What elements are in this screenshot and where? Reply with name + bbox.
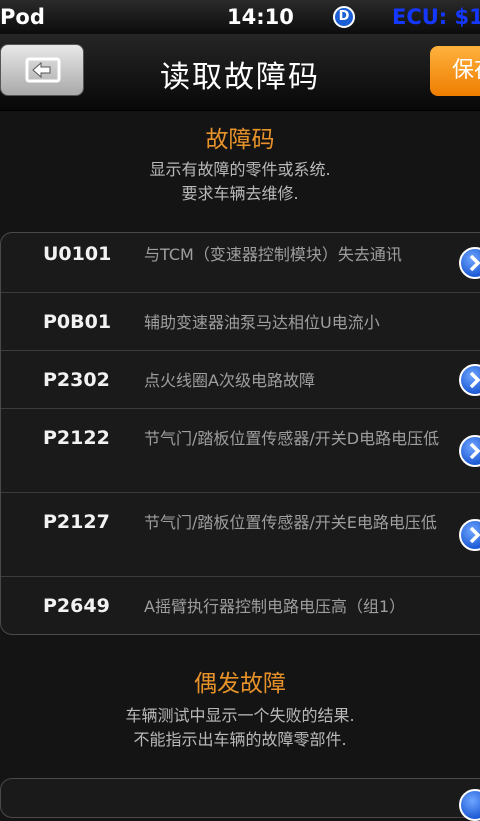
detail-disclosure-icon[interactable] (459, 789, 480, 821)
fault-code: P0B01 (43, 311, 112, 333)
status-time: 14:10 (227, 5, 294, 29)
fault-code-list: U0101 与TCM（变速器控制模块）失去通讯 P0B01 辅助变速器油泵马达相… (0, 232, 480, 635)
fault-row-u0101[interactable]: U0101 与TCM（变速器控制模块）失去通讯 (1, 233, 480, 293)
fault-row-p0b01[interactable]: P0B01 辅助变速器油泵马达相位U电流小 (1, 293, 480, 351)
fault-desc: A摇臂执行器控制电路电压高（组1） (144, 597, 406, 616)
detail-disclosure-icon[interactable] (459, 435, 480, 467)
fault-row-p2122[interactable]: P2122 节气门/踏板位置传感器/开关D电路电压低 (1, 409, 480, 493)
back-button[interactable] (0, 44, 84, 96)
detail-disclosure-icon[interactable] (459, 519, 480, 551)
intermittent-section-title: 偶发故障 (194, 671, 286, 697)
fault-desc: 点火线圈A次级电路故障 (144, 371, 315, 390)
detail-disclosure-icon[interactable] (459, 247, 480, 279)
fault-code: P2122 (43, 427, 110, 449)
fault-row-p2127[interactable]: P2127 节气门/踏板位置传感器/开关E电路电压低 (1, 493, 480, 577)
fault-code: P2649 (43, 595, 110, 617)
fault-desc: 辅助变速器油泵马达相位U电流小 (144, 313, 380, 332)
fault-desc: 节气门/踏板位置传感器/开关D电路电压低 (144, 429, 440, 448)
fault-desc: 节气门/踏板位置传感器/开关E电路电压低 (144, 513, 437, 532)
fault-row-p2302[interactable]: P2302 点火线圈A次级电路故障 (1, 351, 480, 409)
fault-code: P2302 (43, 369, 110, 391)
intermittent-section-desc-2: 不能指示出车辆的故障零部件. (133, 730, 347, 749)
detail-disclosure-icon[interactable] (459, 364, 480, 396)
ecu-label: ECU: $1 (392, 5, 480, 29)
status-badge: D (333, 6, 355, 28)
fault-section-title: 故障码 (205, 127, 275, 153)
back-arrow-icon (25, 57, 61, 83)
status-bar: Pod 14:10 D ECU: $1 (0, 0, 480, 34)
save-button[interactable]: 保存 (430, 46, 480, 96)
fault-row-p2649[interactable]: P2649 A摇臂执行器控制电路电压高（组1） (1, 577, 480, 635)
intermittent-section-desc-1: 车辆测试中显示一个失败的结果. (125, 706, 355, 725)
intermittent-fault-list (0, 778, 480, 821)
fault-code: P2127 (43, 511, 110, 533)
fault-section-desc-1: 显示有故障的零件或系统. (149, 160, 331, 179)
fault-desc: 与TCM（变速器控制模块）失去通讯 (144, 245, 402, 264)
fault-section-desc-2: 要求车辆去维修. (181, 184, 299, 203)
page-title: 读取故障码 (160, 60, 320, 95)
fault-code: U0101 (43, 243, 112, 265)
nav-bar: 读取故障码 保存 (0, 34, 480, 111)
carrier-label: Pod (0, 5, 45, 29)
